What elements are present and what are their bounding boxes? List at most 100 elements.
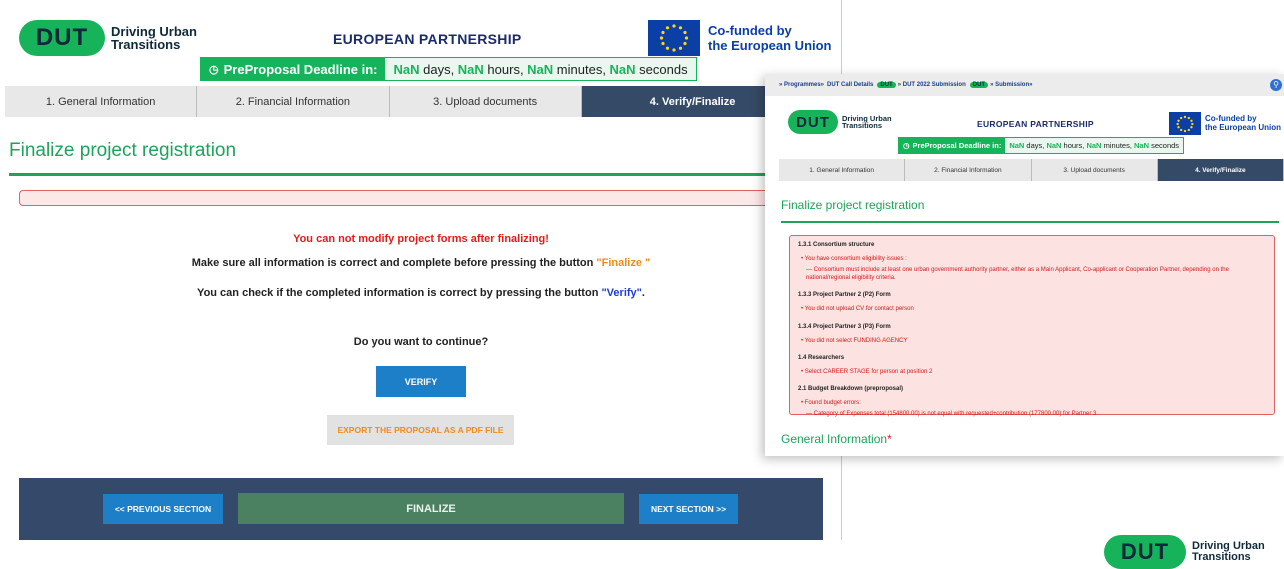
partnership-heading: EUROPEAN PARTNERSHIP (333, 31, 522, 47)
breadcrumb-programmes[interactable]: » Programmes» (779, 82, 824, 88)
eu-flag-small-icon (1169, 112, 1201, 135)
dut-logo-tagline: Driving Urban Transitions (111, 25, 197, 51)
error-section-heading: 1.3.4 Project Partner 3 (P3) Form (798, 323, 891, 330)
dut-logo-small-mark: DUT (788, 110, 838, 134)
eu-flag-icon (648, 20, 700, 56)
deadline-small-days-unit: days, (1024, 141, 1047, 150)
finalize-warning: You can not modify project forms after f… (293, 233, 549, 245)
dut-logo: DUT Driving Urban Transitions (19, 20, 197, 56)
deadline-countdown: NaN days, NaN hours, NaN minutes, NaN se… (385, 58, 696, 80)
clock-small-icon: ◷ (903, 141, 910, 150)
breadcrumb-submission-2022[interactable]: » DUT 2022 Submission (898, 82, 966, 88)
verify-instructions-suffix: . (641, 287, 645, 299)
corner-tagline-line2: Transitions (1192, 551, 1251, 563)
error-item: • You did not upload CV for contact pers… (801, 306, 914, 313)
previous-section-button[interactable]: << PREVIOUS SECTION (103, 494, 223, 524)
deadline-small-minutes-unit: minutes, (1101, 141, 1134, 150)
deadline-label-small: ◷ PreProposal Deadline in: (899, 138, 1006, 153)
dut-tagline-line2: Transitions (111, 37, 181, 52)
error-section-heading: 2.1 Budget Breakdown (preproposal) (798, 385, 904, 392)
tab-general-information[interactable]: 1. General Information (5, 86, 198, 117)
deadline-countdown-small: NaN days, NaN hours, NaN minutes, NaN se… (1005, 138, 1184, 153)
clock-icon: ◷ (209, 63, 219, 76)
tab-small-general-information[interactable]: 1. General Information (779, 159, 906, 181)
cofunded-small-line2: the European Union (1205, 123, 1281, 133)
eu-stars-small-icon (1176, 115, 1194, 132)
verify-button[interactable]: VERIFY (376, 366, 466, 397)
next-section-button[interactable]: NEXT SECTION >> (639, 494, 738, 524)
step-tabs: 1. General Information 2. Financial Info… (5, 86, 841, 117)
finalize-quote: "Finalize " (596, 257, 651, 269)
verify-instructions: You can check if the completed informati… (0, 287, 841, 299)
deadline-days-value: NaN (393, 61, 420, 77)
deadline-label-text: PreProposal Deadline in: (223, 61, 378, 77)
cofunded-text-small: Co-funded by the European Union (1205, 114, 1281, 132)
tab-financial-information[interactable]: 2. Financial Information (197, 86, 390, 117)
deadline-minutes-unit: minutes, (553, 61, 610, 77)
tab-small-financial-information[interactable]: 2. Financial Information (905, 159, 1032, 181)
eu-stars-icon (659, 24, 689, 52)
finalize-instructions: Make sure all information is correct and… (0, 257, 841, 269)
step-tabs-small: 1. General Information 2. Financial Info… (779, 159, 1284, 181)
error-item: — Consortium must include at least one u… (806, 267, 1229, 282)
page-title-small: Finalize project registration (781, 198, 925, 212)
deadline-hours-value: NaN (457, 61, 484, 77)
deadline-small-days-value: NaN (1009, 141, 1025, 150)
cofunded-small-line1: Co-funded by (1205, 114, 1257, 123)
deadline-minutes-value: NaN (527, 61, 554, 77)
general-information-heading: General Information* (781, 432, 892, 446)
dut-logo-mark: DUT (19, 20, 105, 56)
deadline-seconds-value: NaN (609, 61, 636, 77)
breadcrumb-call-details[interactable]: DUT Call Details (827, 82, 873, 88)
continue-question: Do you want to continue? (353, 336, 489, 348)
breadcrumb: » Programmes» DUT Call Details DUT » DUT… (765, 74, 1284, 96)
title-divider-small (781, 221, 1279, 223)
partnership-heading-small: EUROPEAN PARTNERSHIP (977, 119, 1094, 129)
deadline-seconds-unit: seconds (635, 61, 688, 77)
deadline-small-minutes-value: NaN (1086, 141, 1102, 150)
error-item: — Category of Expenses total (154800.00)… (806, 411, 1099, 418)
error-item: • Select CAREER STAGE for person at posi… (801, 368, 933, 375)
tab-small-upload-documents[interactable]: 3. Upload documents (1031, 159, 1158, 181)
verification-result-window: » Programmes» DUT Call Details DUT » DUT… (765, 74, 1284, 456)
verify-quote: "Verify" (601, 287, 642, 299)
error-item: • Found budget errors: (801, 400, 861, 407)
tab-small-verify-finalize[interactable]: 4. Verify/Finalize (1157, 159, 1284, 181)
deadline-banner: ◷ PreProposal Deadline in: NaN days, NaN… (200, 57, 697, 81)
required-marker: * (887, 432, 892, 446)
cofunded-line2: the European Union (708, 37, 832, 53)
user-icon[interactable]: ⚲ (1270, 79, 1282, 91)
general-information-title: General Information (781, 432, 888, 446)
deadline-small-seconds-value: NaN (1134, 141, 1150, 150)
footer-navigation: << PREVIOUS SECTION FINALIZE NEXT SECTIO… (19, 478, 823, 540)
verification-errors-panel: 1.3.1 Consortium structure • You have co… (789, 235, 1275, 418)
error-item: • You have consortium eligibility issues… (801, 256, 907, 263)
breadcrumb-submission[interactable]: » Submission» (990, 82, 1032, 88)
main-window: DUT Driving Urban Transitions EUROPEAN P… (0, 0, 842, 540)
dut-logo-small-tagline: Driving Urban Transitions (842, 114, 892, 130)
dut-logo-small: DUT Driving Urban Transitions (788, 110, 892, 134)
error-section-heading: 1.3.1 Consortium structure (798, 242, 875, 248)
cofunded-text: Co-funded by the European Union (708, 23, 832, 54)
breadcrumb-badge-2: DUT (969, 82, 989, 88)
error-item: • You did not select FUNDING AGENCY (801, 337, 908, 344)
verify-instructions-text: You can check if the completed informati… (197, 287, 602, 299)
deadline-hours-unit: hours, (483, 61, 528, 77)
deadline-small-seconds-unit: seconds (1149, 141, 1180, 150)
deadline-label: ◷ PreProposal Deadline in: (201, 58, 386, 80)
deadline-label-small-text: PreProposal Deadline in: (912, 141, 1002, 150)
deadline-banner-small: ◷ PreProposal Deadline in: NaN days, NaN… (898, 137, 1185, 154)
finalize-button[interactable]: FINALIZE (238, 493, 624, 524)
deadline-days-unit: days, (419, 61, 458, 77)
cofunded-line1: Co-funded by (708, 23, 792, 38)
error-section-heading: 1.3.3 Project Partner 2 (P2) Form (798, 292, 891, 299)
instructions-text: Make sure all information is correct and… (191, 257, 597, 269)
tab-upload-documents[interactable]: 3. Upload documents (389, 86, 582, 117)
dut-small-tagline-line2: Transitions (842, 121, 883, 130)
export-pdf-button[interactable]: EXPORT THE PROPOSAL AS A PDF FILE (327, 415, 514, 445)
error-section-heading: 1.4 Researchers (798, 354, 845, 361)
error-summary-box (19, 190, 841, 206)
breadcrumb-badge-1: DUT (877, 82, 896, 88)
title-divider (9, 173, 841, 176)
deadline-small-hours-unit: hours, (1061, 141, 1087, 150)
